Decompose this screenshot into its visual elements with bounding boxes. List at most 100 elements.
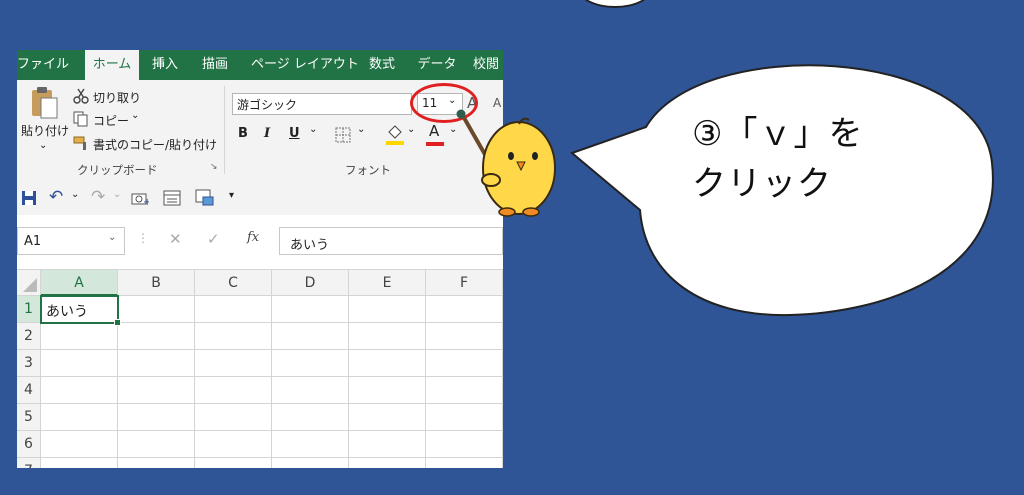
row-header-5[interactable]: 5 <box>17 404 41 431</box>
bold-button[interactable]: B <box>238 126 248 141</box>
scissors-icon[interactable] <box>73 88 89 104</box>
grid-cell[interactable] <box>41 323 118 350</box>
tab-page-layout[interactable]: ページ レイアウト <box>251 50 359 80</box>
grid-cell[interactable] <box>195 404 272 431</box>
row-header-6[interactable]: 6 <box>17 431 41 458</box>
copy-button[interactable]: コピー <box>93 112 129 129</box>
grid-cell[interactable] <box>272 458 349 468</box>
row-header-2[interactable]: 2 <box>17 323 41 350</box>
tab-file[interactable]: ファイル <box>17 50 69 80</box>
grid-cell[interactable] <box>272 296 349 323</box>
column-header-f[interactable]: F <box>426 270 503 296</box>
camera-icon[interactable]: + <box>131 190 149 206</box>
grid-cell[interactable] <box>426 431 503 458</box>
grid-cell[interactable] <box>426 350 503 377</box>
grid-cell[interactable] <box>118 458 195 468</box>
grid-cell[interactable] <box>272 404 349 431</box>
column-header-a[interactable]: A <box>41 270 118 296</box>
grid-cell[interactable] <box>426 323 503 350</box>
font-name-box[interactable]: 游ゴシック <box>232 93 412 115</box>
grid-cell[interactable] <box>41 377 118 404</box>
underline-dropdown-chevron-icon[interactable]: ⌄ <box>309 124 317 135</box>
confirm-entry-icon[interactable]: ✓ <box>207 230 220 248</box>
copy-icon[interactable] <box>73 111 89 127</box>
redo-icon[interactable]: ↷ <box>91 187 105 207</box>
column-header-c[interactable]: C <box>195 270 272 296</box>
column-header-d[interactable]: D <box>272 270 349 296</box>
grid-cell[interactable] <box>195 431 272 458</box>
grid-cell[interactable] <box>118 404 195 431</box>
select-all-corner[interactable] <box>17 270 41 296</box>
tab-data[interactable]: データ <box>415 50 459 80</box>
grid-cell[interactable] <box>195 296 272 323</box>
grid-cell[interactable] <box>118 377 195 404</box>
grid-cell[interactable] <box>426 404 503 431</box>
name-box[interactable]: A1 ⌄ <box>17 227 125 255</box>
grid-cell[interactable] <box>118 323 195 350</box>
tab-review[interactable]: 校閲 <box>473 50 503 80</box>
fill-color-dropdown-chevron-icon[interactable]: ⌄ <box>407 124 415 135</box>
tab-formulas[interactable]: 数式 <box>361 50 403 80</box>
customize-qat-chevron-icon[interactable]: ▾ <box>229 190 234 201</box>
grid-cell[interactable] <box>41 350 118 377</box>
row-header-7[interactable]: 7 <box>17 458 41 468</box>
undo-dropdown-chevron-icon[interactable]: ⌄ <box>71 189 79 200</box>
grid-cell[interactable] <box>349 458 426 468</box>
grid-cell[interactable] <box>41 458 118 468</box>
column-header-e[interactable]: E <box>349 270 426 296</box>
tab-insert[interactable]: 挿入 <box>145 50 185 80</box>
tab-draw[interactable]: 描画 <box>195 50 235 80</box>
grid-cell[interactable] <box>195 458 272 468</box>
copy-dropdown-chevron-icon[interactable]: ⌄ <box>131 110 139 121</box>
borders-icon[interactable] <box>335 127 351 143</box>
paste-icon[interactable] <box>29 86 59 120</box>
underline-button[interactable]: U <box>289 126 300 141</box>
clipboard-launcher-icon[interactable]: ↘ <box>210 162 218 172</box>
tab-home[interactable]: ホーム <box>85 50 139 80</box>
row-header-3[interactable]: 3 <box>17 350 41 377</box>
grid-cell[interactable] <box>195 323 272 350</box>
grid-cell[interactable] <box>426 458 503 468</box>
row-header-4[interactable]: 4 <box>17 377 41 404</box>
format-painter-button[interactable]: 書式のコピー/貼り付け <box>93 136 217 153</box>
form-icon[interactable] <box>163 190 181 206</box>
grid-cell[interactable] <box>272 431 349 458</box>
column-header-b[interactable]: B <box>118 270 195 296</box>
paste-dropdown-chevron-icon[interactable]: ⌄ <box>39 140 47 151</box>
cancel-entry-icon[interactable]: ✕ <box>169 230 182 248</box>
grid-cell[interactable] <box>118 350 195 377</box>
insert-function-icon[interactable]: fx <box>247 230 259 245</box>
grid-cell[interactable] <box>272 350 349 377</box>
grid-cell[interactable] <box>272 323 349 350</box>
format-painter-icon[interactable] <box>73 135 91 151</box>
grid-cell[interactable] <box>41 431 118 458</box>
grid-cell[interactable] <box>349 377 426 404</box>
cell-a1[interactable]: あいう <box>40 295 121 326</box>
grid-cell[interactable] <box>349 431 426 458</box>
grid-cell[interactable] <box>426 296 503 323</box>
grid-cell[interactable] <box>349 296 426 323</box>
font-color-icon[interactable]: A <box>429 122 439 140</box>
grid-cell[interactable] <box>41 404 118 431</box>
grid-cell[interactable] <box>195 377 272 404</box>
undo-icon[interactable]: ↶ <box>49 187 63 207</box>
grid-cell[interactable] <box>118 431 195 458</box>
cut-button[interactable]: 切り取り <box>93 89 141 106</box>
fill-color-icon[interactable] <box>385 124 405 146</box>
grid-cell[interactable] <box>118 296 195 323</box>
borders-dropdown-chevron-icon[interactable]: ⌄ <box>357 124 365 135</box>
grid-cell[interactable] <box>272 377 349 404</box>
paste-button-label[interactable]: 貼り付け <box>21 122 69 139</box>
redo-dropdown-chevron-icon[interactable]: ⌄ <box>113 189 121 200</box>
grid-cell[interactable] <box>349 404 426 431</box>
name-box-dropdown-chevron-icon[interactable]: ⌄ <box>108 232 116 243</box>
row-header-1[interactable]: 1 <box>17 296 41 323</box>
formula-input[interactable]: あいう <box>279 227 503 255</box>
grid-cell[interactable] <box>426 377 503 404</box>
save-icon[interactable] <box>21 190 37 206</box>
fill-handle[interactable] <box>114 319 121 326</box>
grid-cell[interactable] <box>349 323 426 350</box>
touch-mode-icon[interactable] <box>195 189 215 207</box>
italic-button[interactable]: I <box>264 126 270 141</box>
grid-cell[interactable] <box>195 350 272 377</box>
